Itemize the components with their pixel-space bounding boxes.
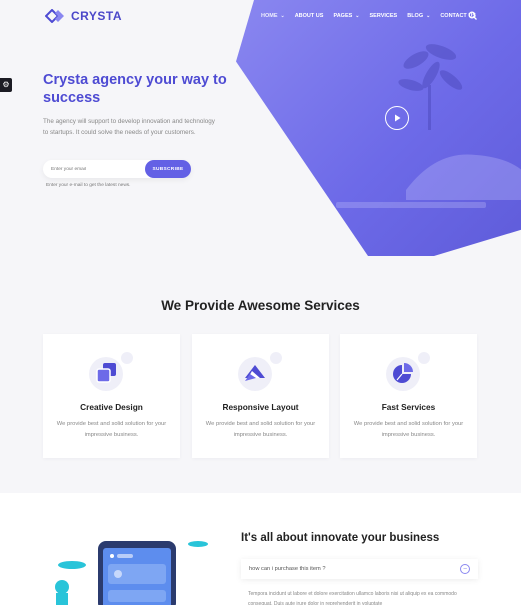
card-description: We provide best and solid solution for y… [205,421,316,438]
chevron-down-icon: ⌄ [355,13,360,19]
email-input[interactable] [51,160,141,178]
triangle-logo-icon [245,365,265,381]
faq-question[interactable]: how can i purchase this item ? − [241,559,478,579]
card-title: Creative Design [80,402,143,412]
hero-description: The agency will support to develop innov… [43,118,215,136]
service-icon-wrap [87,352,137,392]
brand-name: CRYSTA [71,9,122,23]
hero-section: CRYSTA HOME ⌄ ABOUT US PAGES ⌄ SERVICES BL… [0,0,521,290]
decor-circle [121,352,133,364]
search-icon[interactable] [468,11,478,21]
top-navigation: CRYSTA HOME ⌄ ABOUT US PAGES ⌄ SERVICES BL… [0,0,521,34]
brand-logo[interactable]: CRYSTA [45,9,122,23]
subscribe-button[interactable]: SUBSCRIBE [145,160,191,178]
chevron-down-icon: ⌄ [280,13,285,19]
card-description: We provide best and solid solution for y… [56,421,167,438]
card-title: Fast Services [381,402,436,412]
gear-icon: ⚙ [2,80,10,89]
nav-item-about[interactable]: ABOUT US [295,13,324,19]
faq-answer: Tempora incidunt ut labore et dolore exe… [248,591,457,605]
faq-question-text: how can i purchase this item ? [249,566,326,572]
nav-item-home[interactable]: HOME ⌄ [261,13,285,19]
hero-title: Crysta agency your way to success [43,72,227,106]
layers-icon [96,363,116,383]
minus-icon[interactable]: − [460,564,470,574]
decor-circle [270,352,282,364]
service-card-responsive-layout[interactable]: Responsive Layout We provide best and so… [192,334,329,458]
service-card-fast-services[interactable]: Fast Services We provide best and solid … [340,334,477,458]
innovate-title: It's all about innovate your business [241,532,440,544]
chevron-down-icon: ⌄ [426,13,431,19]
card-description: We provide best and solid solution for y… [353,421,464,438]
hero-image-blob [236,0,521,256]
settings-toggle[interactable]: ⚙ [0,78,12,92]
main-menu: HOME ⌄ ABOUT US PAGES ⌄ SERVICES BLOG ⌄ CON… [261,13,486,19]
diamond-logo-icon [45,9,64,23]
service-card-creative-design[interactable]: Creative Design We provide best and soli… [43,334,180,458]
service-icon-wrap [384,352,434,392]
services-title: We Provide Awesome Services [161,298,360,313]
play-video-button[interactable] [385,106,409,130]
card-title: Responsive Layout [222,402,299,412]
phone-illustration [55,541,208,605]
pie-chart-icon [393,363,413,383]
hand-graphic [406,154,521,200]
play-icon [395,114,401,122]
nav-item-pages[interactable]: PAGES ⌄ [333,13,359,19]
nav-item-blog[interactable]: BLOG ⌄ [407,13,430,19]
laptop-graphic [336,202,486,208]
nav-item-services[interactable]: SERVICES [370,13,398,19]
decor-circle [418,352,430,364]
service-icon-wrap [236,352,286,392]
email-hint: Enter your e-mail to get the latest news… [46,183,131,188]
